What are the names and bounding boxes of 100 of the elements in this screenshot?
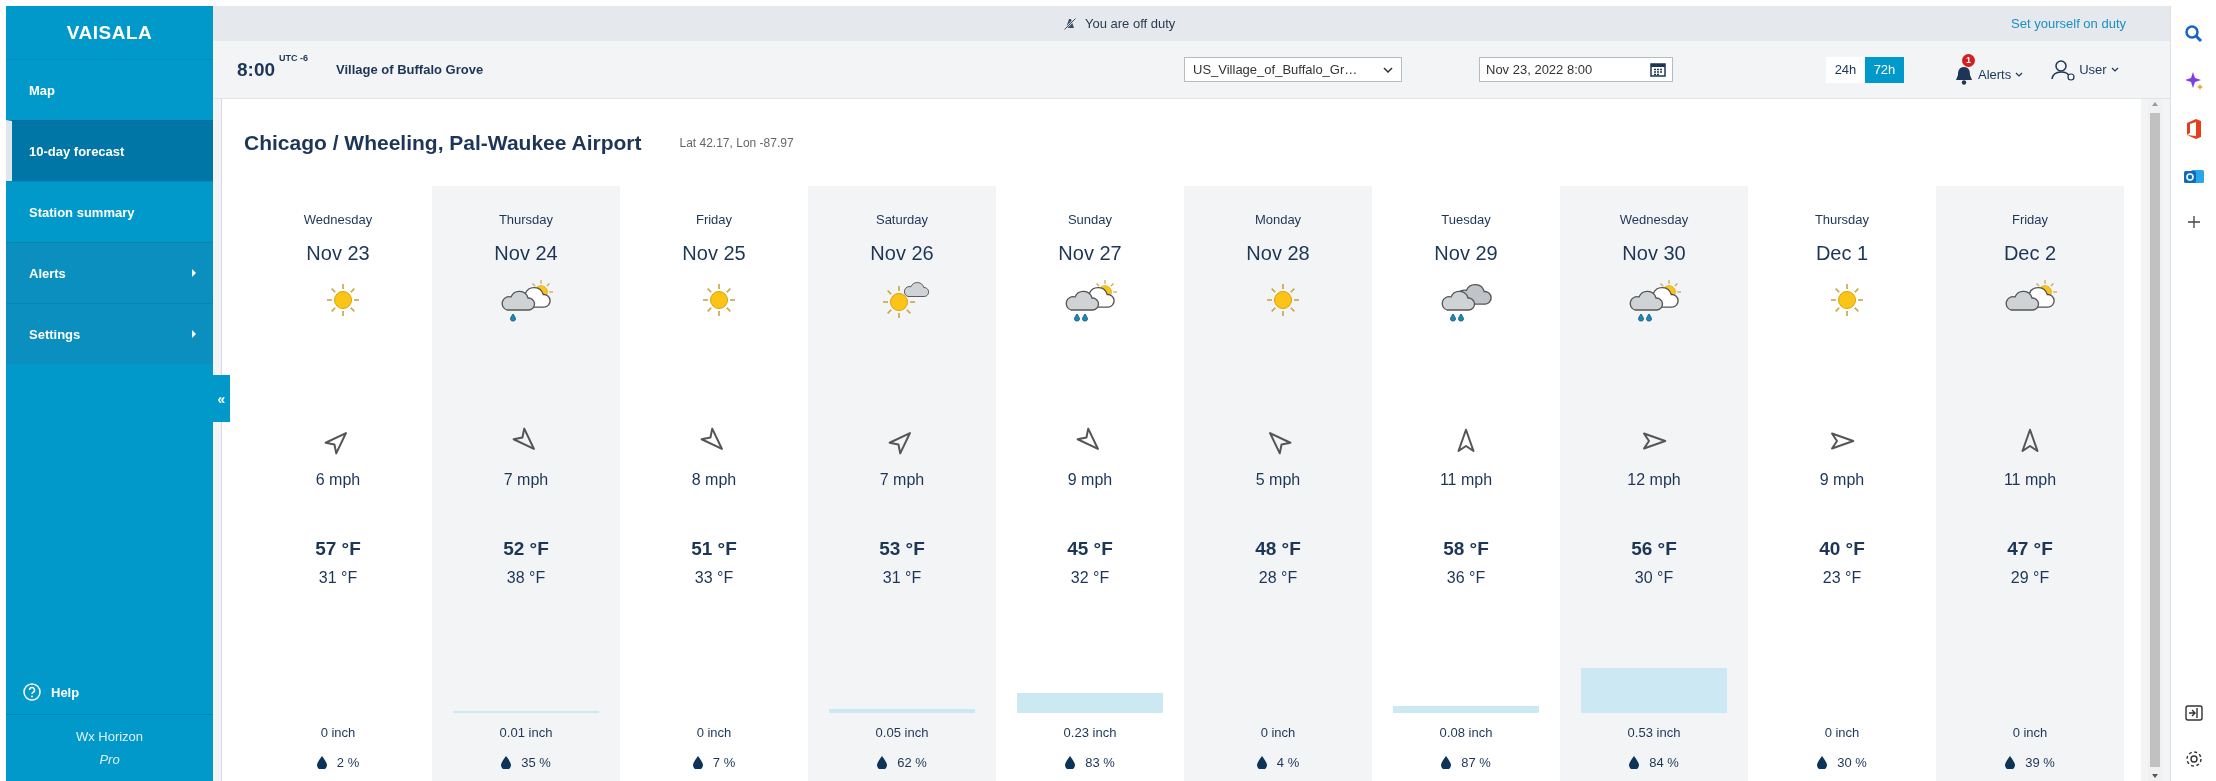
wind-speed: 7 mph (503, 470, 549, 490)
settings-icon[interactable] (2183, 749, 2204, 769)
drop-icon (2005, 755, 2016, 769)
scrollbar[interactable] (2148, 99, 2162, 781)
low-temperature: 28 °F (1258, 568, 1298, 588)
duty-status: You are off duty (1085, 16, 1176, 31)
caret-icon (191, 330, 197, 338)
high-temperature: 53 °F (879, 537, 925, 561)
low-temperature: 31 °F (318, 568, 358, 588)
local-time: 8:00 (237, 58, 276, 81)
high-temperature: 40 °F (1819, 537, 1865, 561)
weekday: Sunday (1067, 211, 1113, 229)
low-temperature: 29 °F (2010, 568, 2050, 588)
forecast-date: Nov 27 (1058, 241, 1122, 266)
precipitation-amount: 0 inch (1824, 724, 1860, 742)
plus-icon[interactable] (2185, 214, 2202, 230)
high-temperature: 48 °F (1255, 537, 1301, 561)
nav-item[interactable]: 10-day forecast (6, 120, 213, 181)
product-edition: Pro (99, 752, 120, 767)
alerts-menu[interactable]: 1 Alerts (1954, 53, 2024, 86)
wind-speed: 5 mph (1255, 470, 1301, 490)
low-temperature: 30 °F (1634, 568, 1674, 588)
precipitation-chance: 2 % (336, 754, 360, 770)
precipitation-chance: 4 % (1276, 754, 1300, 770)
drop-icon (1629, 755, 1640, 769)
station-select[interactable]: US_Village_of_Buffalo_Gr… (1184, 57, 1402, 82)
wind-speed: 9 mph (1067, 470, 1113, 490)
drop-icon (877, 755, 888, 769)
forecast-date: Nov 29 (1434, 241, 1498, 266)
precipitation-chance: 30 % (1837, 754, 1867, 770)
precipitation-amount: 0.08 inch (1439, 724, 1493, 742)
weekday: Friday (695, 211, 733, 229)
precipitation-chance: 87 % (1461, 754, 1491, 770)
weekday: Tuesday (1441, 211, 1491, 229)
chevron-down-icon (1383, 66, 1393, 73)
drop-icon (1065, 755, 1076, 769)
precipitation-amount: 0.23 inch (1063, 724, 1117, 742)
low-temperature: 38 °F (506, 568, 546, 588)
scrollbar-thumb[interactable] (2150, 113, 2160, 767)
logo: VAISALA (65, 20, 154, 45)
wind-speed: 11 mph (2003, 470, 2057, 490)
low-temperature: 36 °F (1446, 568, 1486, 588)
drop-icon (1817, 755, 1828, 769)
low-temperature: 32 °F (1070, 568, 1110, 588)
drop-icon (1256, 755, 1267, 769)
drop-icon (316, 755, 327, 769)
range-tab[interactable]: 24h (1826, 56, 1865, 83)
low-temperature: 33 °F (694, 568, 734, 588)
weekday: Wednesday (1619, 211, 1689, 229)
product-name: Wx Horizon (75, 729, 144, 744)
high-temperature: 52 °F (503, 537, 549, 561)
range-tab[interactable]: 72h (1865, 56, 1904, 83)
drop-icon (692, 755, 703, 769)
user-icon (2051, 58, 2076, 81)
forecast-date: Nov 26 (870, 241, 934, 266)
forecast-date: Nov 23 (306, 241, 370, 266)
timezone: UTC -6 (279, 52, 309, 63)
off-duty-icon (1063, 16, 1077, 31)
chevron-down-icon (2015, 72, 2024, 77)
date-field[interactable]: Nov 23, 2022 8:00 (1479, 57, 1673, 82)
forecast-date: Nov 30 (1622, 241, 1686, 266)
precipitation-chance: 7 % (712, 754, 736, 770)
drop-icon (501, 755, 512, 769)
caret-icon (191, 269, 197, 277)
wind-speed: 8 mph (691, 470, 737, 490)
precipitation-amount: 0 inch (2012, 724, 2048, 742)
precipitation-chance: 39 % (2025, 754, 2055, 770)
nav-item[interactable]: Alerts (6, 242, 213, 303)
search-icon[interactable] (2183, 24, 2204, 44)
precipitation-amount: 0.05 inch (875, 724, 929, 742)
high-temperature: 45 °F (1067, 537, 1113, 561)
user-menu[interactable]: User (2051, 58, 2119, 81)
precipitation-amount: 0.01 inch (499, 724, 553, 742)
weekday: Thursday (498, 211, 554, 229)
location-name: Village of Buffalo Grove (336, 62, 484, 77)
weekday: Wednesday (303, 211, 373, 229)
weekday: Saturday (875, 211, 928, 229)
alert-count-badge: 1 (1962, 53, 1975, 67)
high-temperature: 56 °F (1631, 537, 1677, 561)
wind-speed: 9 mph (1819, 470, 1865, 490)
weekday: Monday (1254, 211, 1302, 229)
high-temperature: 57 °F (315, 537, 361, 561)
precipitation-amount: 0.53 inch (1627, 724, 1681, 742)
wind-speed: 12 mph (1627, 470, 1681, 490)
nav-item[interactable]: Settings (6, 303, 213, 364)
precipitation-chance: 35 % (521, 754, 551, 770)
weekday: Friday (2011, 211, 2049, 229)
precipitation-amount: 0 inch (320, 724, 356, 742)
precipitation-chance: 83 % (1085, 754, 1115, 770)
precipitation-chance: 84 % (1649, 754, 1679, 770)
precipitation-amount: 0 inch (1260, 724, 1296, 742)
precipitation-amount: 0 inch (696, 724, 732, 742)
panel-exit-icon[interactable] (2183, 704, 2204, 722)
forecast-date: Nov 24 (494, 241, 558, 266)
collapse-button[interactable]: « (213, 375, 230, 422)
forecast-date: Nov 28 (1246, 241, 1310, 266)
high-temperature: 51 °F (691, 537, 737, 561)
wind-speed: 11 mph (1439, 470, 1493, 490)
forecast-date: Dec 2 (2003, 241, 2057, 266)
set-on-duty-link[interactable]: Set yourself on duty (2011, 16, 2126, 31)
